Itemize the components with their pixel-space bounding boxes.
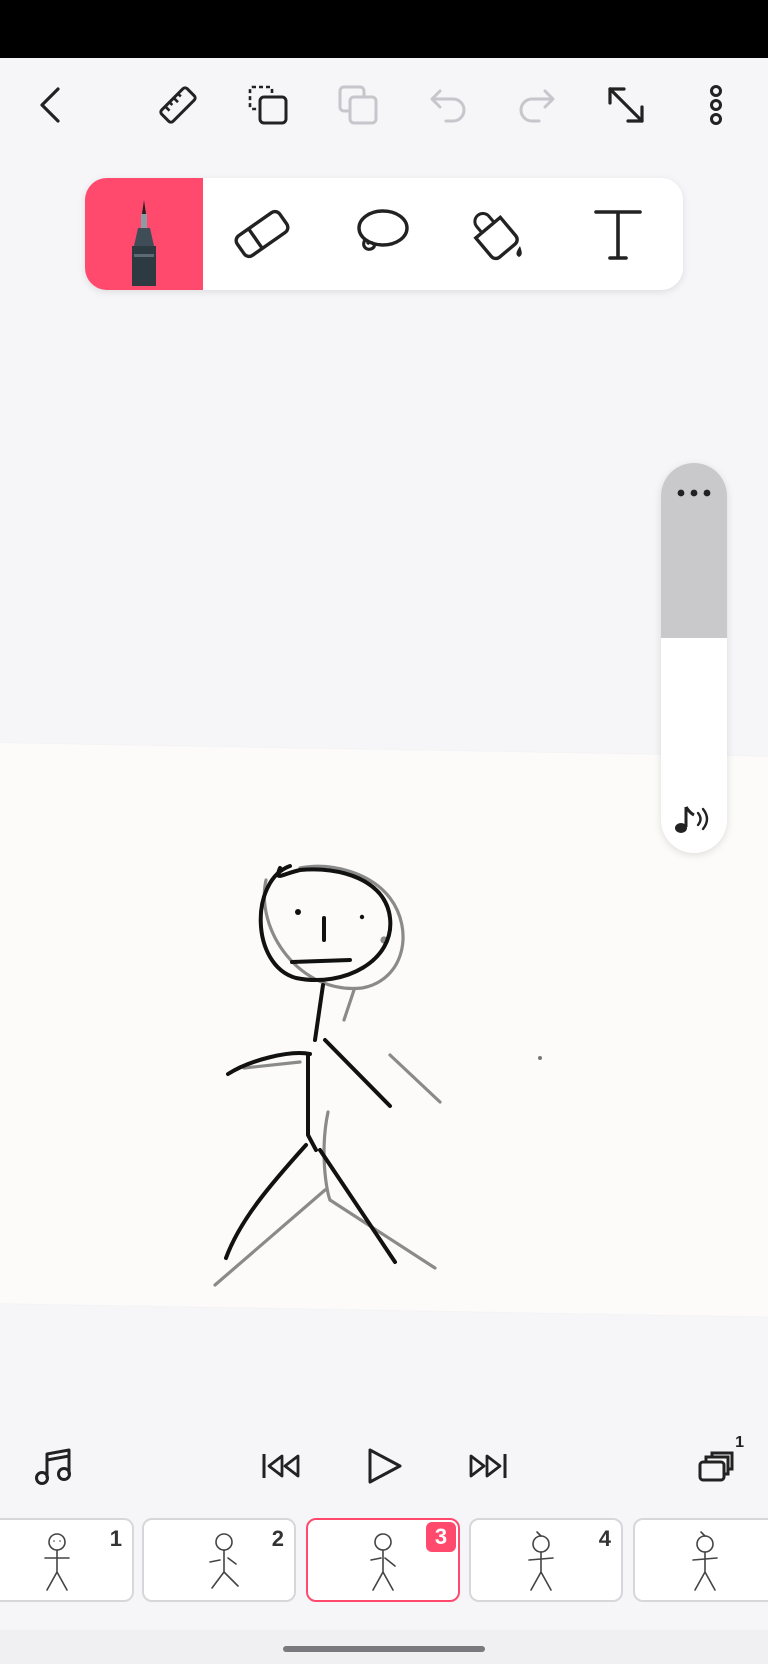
frame-number: 3: [426, 1522, 456, 1552]
frame-thumbnail-4[interactable]: 4: [469, 1518, 623, 1602]
frame-preview: [44, 1533, 70, 1591]
volume-options-button[interactable]: [674, 481, 714, 505]
top-toolbar: [0, 58, 768, 150]
ruler-icon: [159, 86, 197, 124]
frame-thumbnail-1[interactable]: 1: [0, 1518, 134, 1602]
fill-bucket-icon: [473, 212, 522, 261]
skip-to-start-button[interactable]: [254, 1440, 306, 1492]
pen-icon: [132, 200, 156, 286]
frame-thumbnail-3[interactable]: 3: [306, 1518, 460, 1602]
more-options-button[interactable]: [691, 80, 741, 130]
text-icon: [594, 210, 642, 260]
copy-icon: [338, 85, 378, 125]
home-indicator[interactable]: [283, 1646, 485, 1652]
more-vertical-icon: [710, 85, 722, 125]
frames-strip: 1 2 3 4 5: [0, 1518, 768, 1604]
fullscreen-icon: [608, 87, 644, 123]
frame-preview: [528, 1531, 554, 1591]
copy-button[interactable]: [333, 80, 383, 130]
frame-preview: [209, 1533, 239, 1589]
drawing-tools-panel: [85, 178, 683, 290]
frame-number: 1: [109, 1526, 122, 1551]
select-frames-button[interactable]: [243, 80, 293, 130]
frame-number: 4: [598, 1526, 611, 1551]
music-button[interactable]: [28, 1440, 80, 1492]
frames-stack-icon: [698, 1451, 734, 1482]
status-bar: [0, 0, 768, 58]
undo-icon: [430, 89, 466, 123]
redo-icon: [519, 89, 555, 123]
eraser-icon: [234, 209, 290, 259]
lasso-tool[interactable]: [322, 178, 440, 290]
redo-button[interactable]: [512, 80, 562, 130]
fullscreen-button[interactable]: [601, 80, 651, 130]
volume-slider[interactable]: [661, 463, 727, 853]
skip-to-start-icon: [262, 1454, 300, 1478]
frame-thumbnail-2[interactable]: 2: [142, 1518, 296, 1602]
drawing-canvas[interactable]: [0, 742, 768, 1318]
music-icon: [35, 1448, 71, 1485]
back-button[interactable]: [28, 80, 78, 130]
layers-count-badge: 1: [735, 1434, 744, 1451]
undo-button[interactable]: [423, 80, 473, 130]
frame-preview: [370, 1533, 396, 1591]
back-icon: [40, 87, 60, 123]
fill-tool[interactable]: [441, 178, 559, 290]
play-button[interactable]: [358, 1440, 410, 1492]
eraser-tool[interactable]: [203, 178, 321, 290]
frame-thumbnail-5[interactable]: 5: [633, 1518, 768, 1602]
text-tool[interactable]: [559, 178, 677, 290]
more-horizontal-icon: [677, 489, 711, 497]
layers-button[interactable]: 1: [690, 1434, 744, 1492]
lasso-icon: [357, 209, 409, 251]
skip-to-end-icon: [469, 1454, 507, 1478]
skip-to-end-button[interactable]: [463, 1440, 515, 1492]
play-icon: [368, 1448, 402, 1484]
pen-tool[interactable]: [85, 178, 203, 290]
frame-preview: [692, 1531, 718, 1591]
playback-controls: 1: [0, 1430, 768, 1500]
music-volume-icon[interactable]: [672, 799, 716, 839]
frame-number: 2: [271, 1526, 284, 1551]
ruler-button[interactable]: [153, 80, 203, 130]
select-frames-icon: [248, 85, 288, 125]
